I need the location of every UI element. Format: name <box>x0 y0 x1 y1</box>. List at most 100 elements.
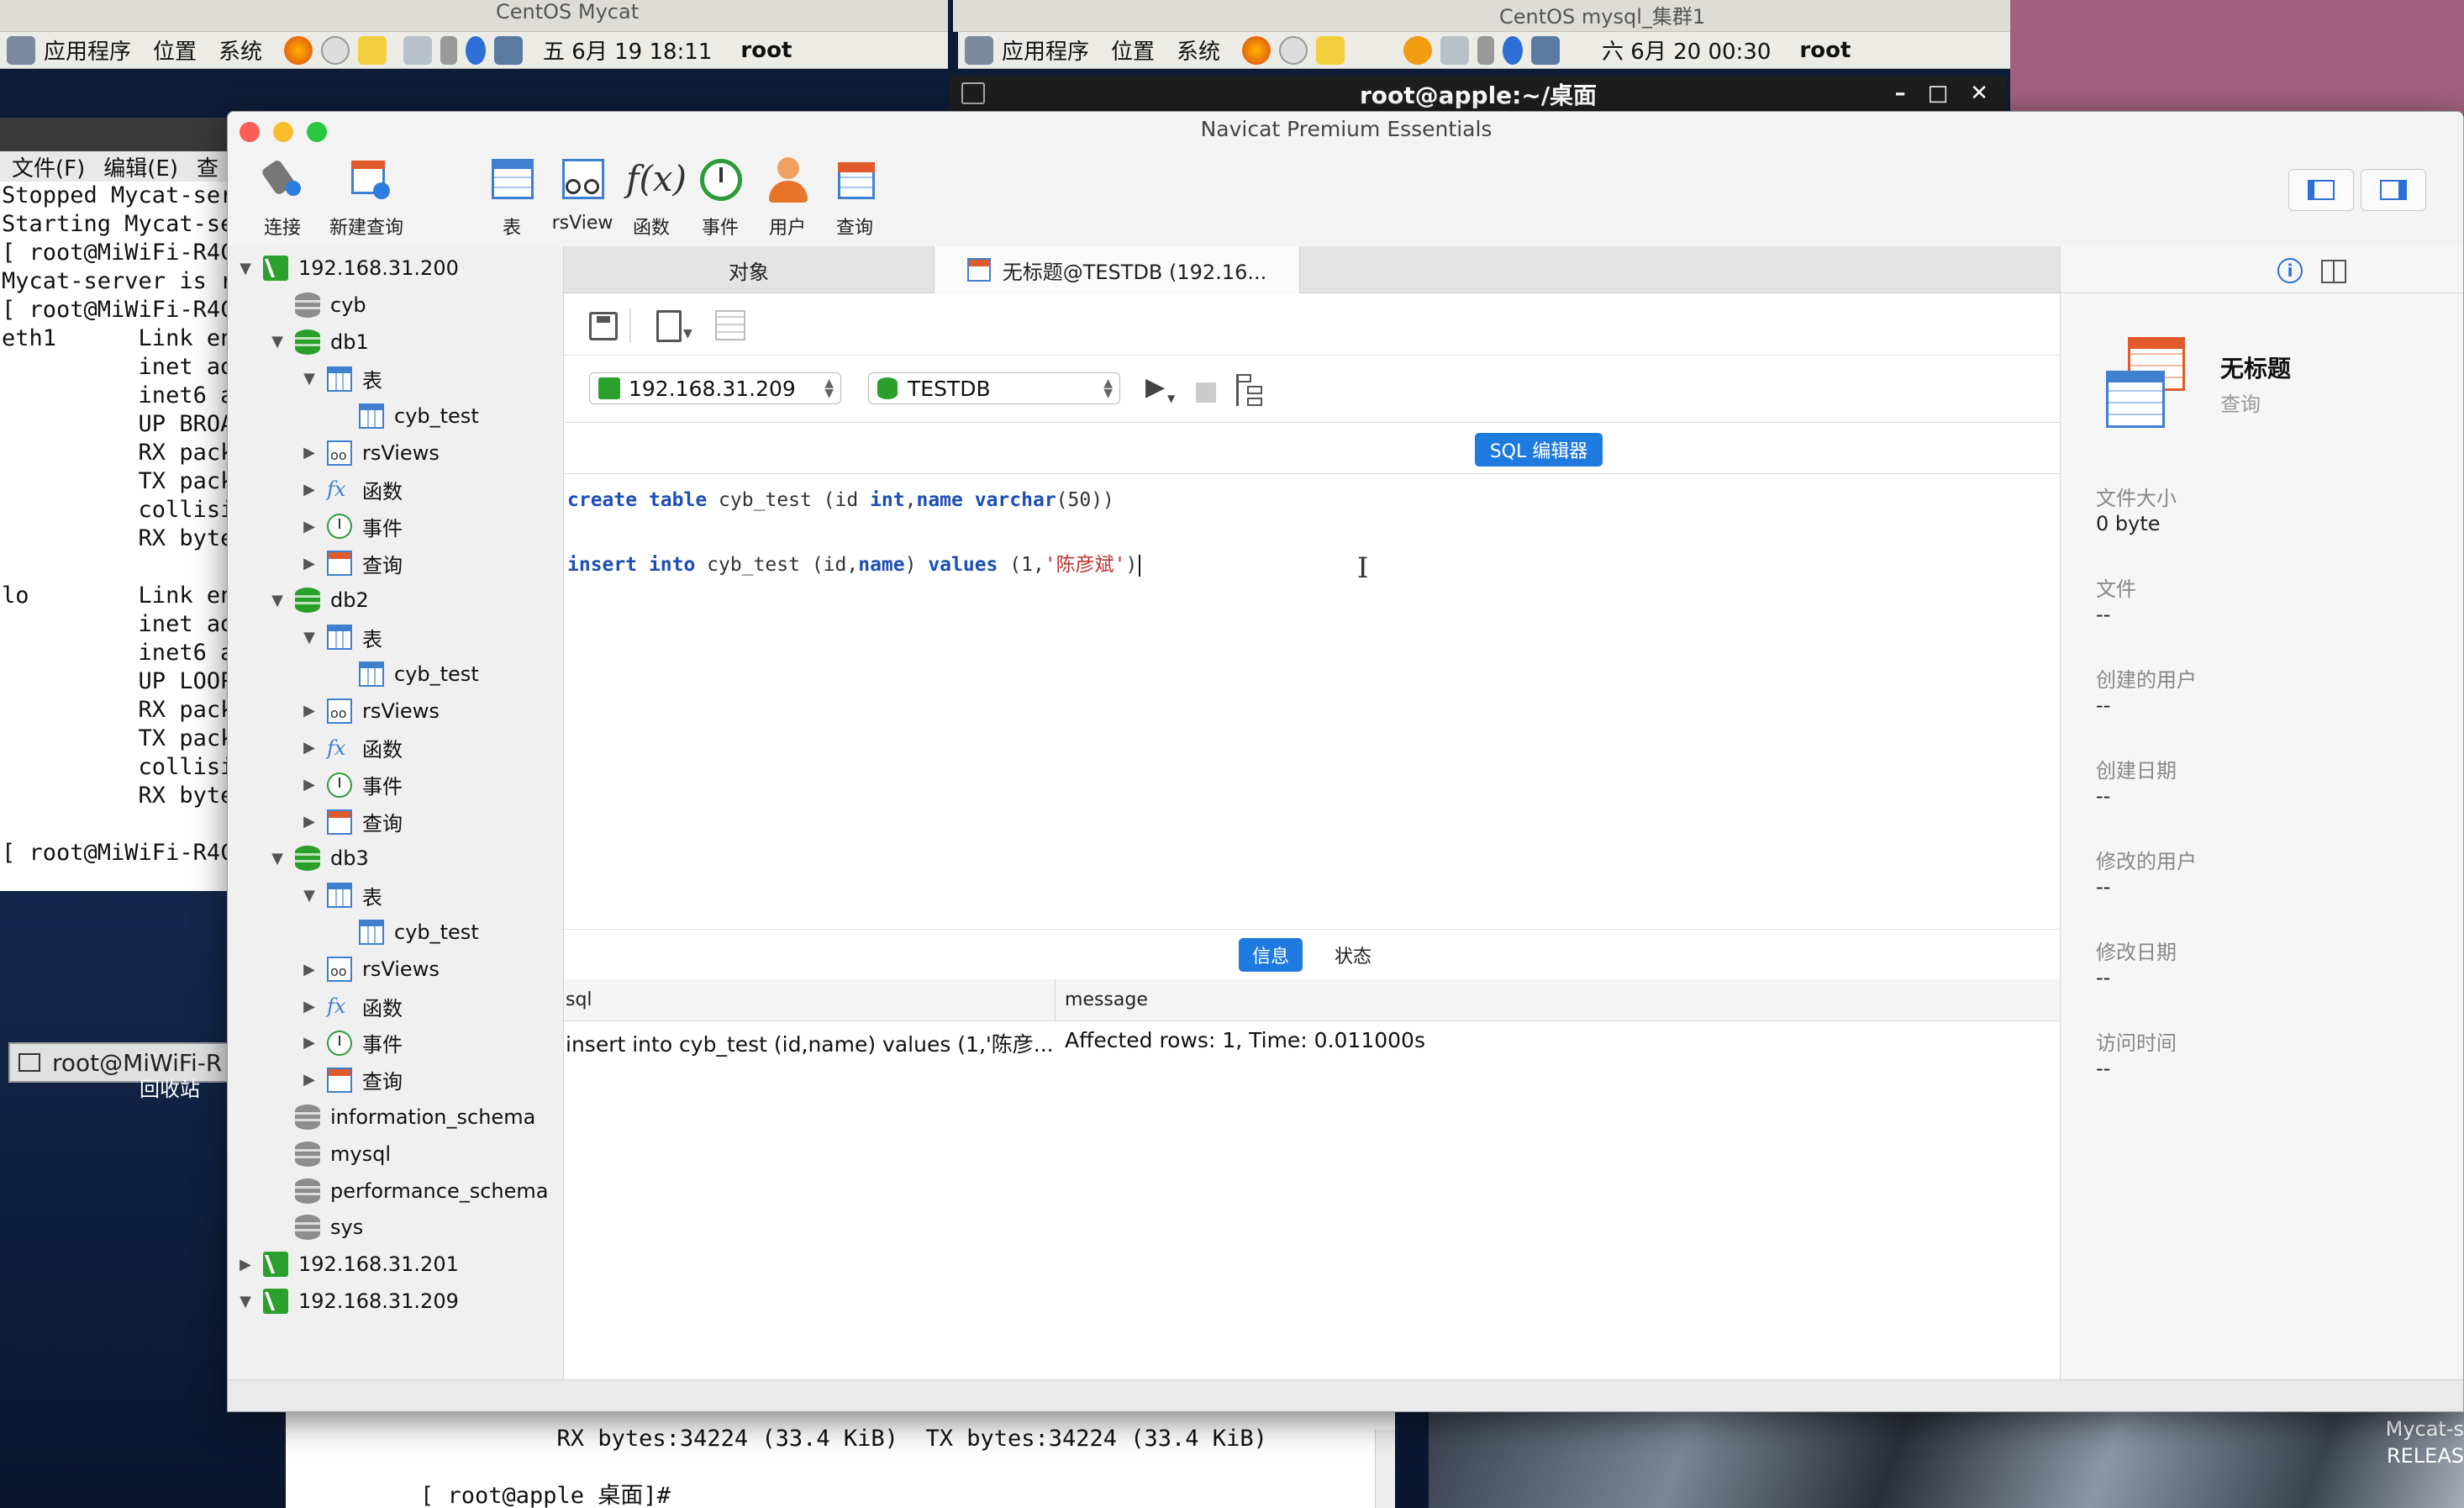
info-icon[interactable]: i <box>2277 258 2303 283</box>
close-button[interactable] <box>240 122 260 142</box>
toolbar-query-button[interactable]: 查询 <box>813 154 897 240</box>
menu-system[interactable]: 系统 <box>218 34 262 66</box>
disclosure-collapsed-icon[interactable]: ▶ <box>236 1256 255 1273</box>
tree-item-db-green[interactable]: ▼ db1 <box>268 324 369 361</box>
tree-item-event[interactable]: ▶ 事件 <box>300 767 403 804</box>
tab-untitled-query[interactable]: 无标题@TESTDB (192.16... <box>934 246 1300 293</box>
network-icon[interactable] <box>1440 35 1470 65</box>
toggle-sidebar-button[interactable] <box>2288 169 2354 211</box>
sql-editor-button[interactable]: SQL 编辑器 <box>1475 433 1603 467</box>
tree-item-table[interactable]: cyb_test <box>332 656 479 693</box>
sql-code-area[interactable]: create table cyb_test (id int,name varch… <box>564 473 2060 767</box>
connection-select[interactable]: 192.168.31.209 ▲ ▼ <box>589 372 841 404</box>
tree-item-view[interactable]: ▶ rsViews <box>300 693 440 730</box>
disclosure-expanded-icon[interactable]: ▼ <box>300 370 319 388</box>
tree-item-db-gray[interactable]: information_schema <box>268 1099 535 1136</box>
disclosure-expanded-icon[interactable]: ▼ <box>268 592 287 609</box>
tree-item-fx[interactable]: ▶ fx 函数 <box>300 471 403 508</box>
disclosure-collapsed-icon[interactable]: ▶ <box>300 518 319 535</box>
stop-icon[interactable] <box>1196 382 1216 403</box>
disclosure-collapsed-icon[interactable]: ▶ <box>300 1071 319 1089</box>
tree-item-conn[interactable]: ▼ 192.168.31.200 <box>236 250 459 287</box>
disclosure-expanded-icon[interactable]: ▼ <box>300 629 319 646</box>
notes-icon[interactable] <box>358 35 387 65</box>
maximize-icon[interactable]: □ <box>1928 81 1949 106</box>
tree-item-view[interactable]: ▶ rsViews <box>300 435 440 472</box>
tree-item-query[interactable]: ▶ 查询 <box>300 804 403 841</box>
grid-icon[interactable] <box>715 310 745 340</box>
save-icon[interactable] <box>589 312 618 340</box>
menu-places[interactable]: 位置 <box>153 34 197 66</box>
firefox-icon[interactable] <box>284 35 313 65</box>
disclosure-expanded-icon[interactable]: ▼ <box>268 850 287 867</box>
terminal-output[interactable]: Stopped Mycat-ser Starting Mycat-se [ ro… <box>0 182 228 867</box>
tree-item-db-green[interactable]: ▼ db2 <box>268 582 369 619</box>
tree-item-query[interactable]: ▶ 查询 <box>300 545 403 582</box>
tree-item-event[interactable]: ▶ 事件 <box>300 1025 403 1062</box>
mail-icon[interactable] <box>1279 35 1308 65</box>
network-icon[interactable] <box>403 35 433 65</box>
tree-item-query[interactable]: ▶ 查询 <box>300 1062 403 1099</box>
document-icon[interactable] <box>656 310 682 342</box>
disclosure-collapsed-icon[interactable]: ▶ <box>300 813 319 830</box>
bluetooth-icon[interactable] <box>466 35 487 65</box>
tree-item-table[interactable]: ▼ 表 <box>300 877 382 914</box>
column-header-sql[interactable]: sql <box>566 989 592 1010</box>
tab-objects[interactable]: 对象 <box>564 246 934 293</box>
tree-item-db-gray[interactable]: sys <box>268 1209 363 1246</box>
tree-item-db-gray[interactable]: cyb <box>268 287 366 324</box>
disclosure-collapsed-icon[interactable]: ▶ <box>300 998 319 1015</box>
firefox-icon[interactable] <box>1242 35 1271 65</box>
tree-item-table[interactable]: ▼ 表 <box>300 361 382 398</box>
close-icon[interactable]: ✕ <box>1970 81 1988 106</box>
terminal-scrollbar[interactable] <box>1375 1430 1395 1508</box>
display-icon[interactable] <box>1531 35 1561 65</box>
menu-applications[interactable]: 应用程序 <box>7 34 131 66</box>
chevron-down-icon[interactable]: ▼ <box>683 327 692 340</box>
disclosure-collapsed-icon[interactable]: ▶ <box>300 444 319 461</box>
disclosure-collapsed-icon[interactable]: ▶ <box>300 739 319 757</box>
tab-status[interactable]: 状态 <box>1321 938 1385 972</box>
menu-view[interactable]: 查 <box>197 151 218 182</box>
minimize-icon[interactable]: – <box>1895 81 1906 106</box>
tree-item-conn[interactable]: ▼ 192.168.31.209 <box>236 1283 459 1320</box>
toggle-info-panel-button[interactable] <box>2361 169 2426 211</box>
disclosure-collapsed-icon[interactable]: ▶ <box>300 555 319 572</box>
tree-item-conn[interactable]: ▶ 192.168.31.201 <box>236 1246 459 1283</box>
menu-file[interactable]: 文件(F) <box>12 151 85 182</box>
menu-places[interactable]: 位置 <box>1111 34 1155 66</box>
disclosure-collapsed-icon[interactable]: ▶ <box>300 1034 319 1052</box>
table-row[interactable]: insert into cyb_test (id,name) values (1… <box>564 1021 2060 1060</box>
disclosure-collapsed-icon[interactable]: ▶ <box>300 481 319 498</box>
tree-item-table[interactable]: cyb_test <box>332 398 479 435</box>
disclosure-collapsed-icon[interactable]: ▶ <box>300 961 319 978</box>
disclosure-expanded-icon[interactable]: ▼ <box>236 260 255 277</box>
menu-system[interactable]: 系统 <box>1177 34 1220 66</box>
tree-item-fx[interactable]: ▶ fx 函数 <box>300 988 403 1025</box>
menu-edit[interactable]: 编辑(E) <box>103 151 178 182</box>
trash-desktop-label[interactable]: 回收站 <box>140 1073 200 1102</box>
volume-icon[interactable] <box>1477 35 1495 65</box>
tree-item-event[interactable]: ▶ 事件 <box>300 508 403 545</box>
tree-item-fx[interactable]: ▶ fx 函数 <box>300 730 403 767</box>
update-icon[interactable] <box>1403 35 1433 65</box>
disclosure-expanded-icon[interactable]: ▼ <box>268 333 287 351</box>
disclosure-collapsed-icon[interactable]: ▶ <box>300 702 319 720</box>
tree-item-table[interactable]: cyb_test <box>332 914 479 951</box>
tab-info[interactable]: 信息 <box>1238 937 1303 972</box>
volume-icon[interactable] <box>440 35 458 65</box>
tree-item-table[interactable]: ▼ 表 <box>300 619 382 656</box>
tree-item-db-gray[interactable]: mysql <box>268 1136 391 1173</box>
run-icon[interactable]: ▶ <box>1145 372 1165 402</box>
mail-icon[interactable] <box>321 35 350 65</box>
tree-item-view[interactable]: ▶ rsViews <box>300 951 440 988</box>
toolbar-new-query-button[interactable]: 新建查询 <box>320 154 413 240</box>
explain-icon[interactable] <box>1236 374 1266 406</box>
disclosure-collapsed-icon[interactable]: ▶ <box>300 776 319 794</box>
minimize-button[interactable] <box>273 122 293 142</box>
toolbar-connect-button[interactable]: 连接 <box>236 154 329 240</box>
database-select[interactable]: TESTDB ▲ ▼ <box>868 372 1120 404</box>
ddl-icon[interactable] <box>2321 260 2346 283</box>
zoom-button[interactable] <box>307 122 327 142</box>
disclosure-expanded-icon[interactable]: ▼ <box>236 1293 255 1310</box>
